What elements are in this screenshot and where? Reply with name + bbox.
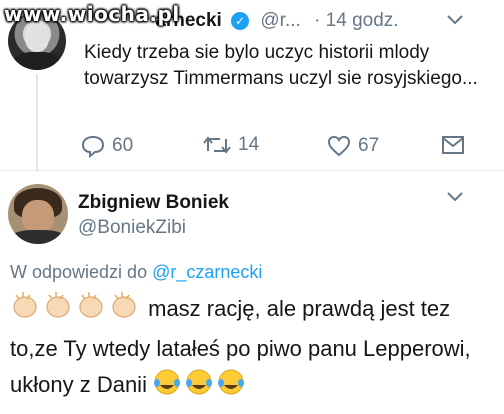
tweet1-text: Kiedy trzeba sie bylo uczyc historii mlo… — [84, 42, 478, 89]
reply-button[interactable]: 60 — [80, 134, 133, 158]
tweet-divider — [0, 170, 504, 171]
like-count: 67 — [358, 135, 380, 156]
reply-icon — [80, 134, 106, 158]
verified-badge-icon: ✓ — [231, 12, 250, 30]
envelope-icon — [440, 134, 466, 156]
reply-to-label: W odpowiedzi do — [10, 262, 148, 282]
reply-context: W odpowiedzi do @r_czarnecki — [10, 262, 262, 283]
avatar-boniek[interactable] — [8, 184, 68, 244]
tweet1-timestamp[interactable]: · 14 godz. — [314, 10, 399, 31]
tears-of-joy-emoji — [153, 368, 249, 407]
tweet2-handle[interactable]: @BoniekZibi — [78, 217, 186, 239]
chevron-down-icon[interactable] — [446, 10, 464, 31]
heart-icon — [326, 134, 352, 158]
retweet-button[interactable]: 14 — [202, 134, 259, 156]
clapping-hands-emoji — [10, 290, 142, 331]
reply-to-mention[interactable]: @r_czarnecki — [152, 262, 262, 282]
tweet1-handle[interactable]: @r... — [260, 10, 300, 31]
tweet1-actions: 60 14 67 — [80, 134, 480, 164]
thread-connector-line — [36, 74, 38, 172]
retweet-icon — [202, 134, 232, 156]
tweet2-text: masz rację, ale prawdą jest tez to,ze Ty… — [10, 290, 496, 407]
dm-button[interactable] — [440, 134, 466, 156]
retweet-count: 14 — [238, 134, 260, 155]
like-button[interactable]: 67 — [326, 134, 379, 158]
reply-count: 60 — [112, 135, 134, 156]
watermark: www.wiocha.pl — [4, 2, 180, 26]
tweet2-author-name[interactable]: Zbigniew Boniek — [78, 192, 229, 214]
chevron-down-icon[interactable] — [446, 190, 464, 208]
